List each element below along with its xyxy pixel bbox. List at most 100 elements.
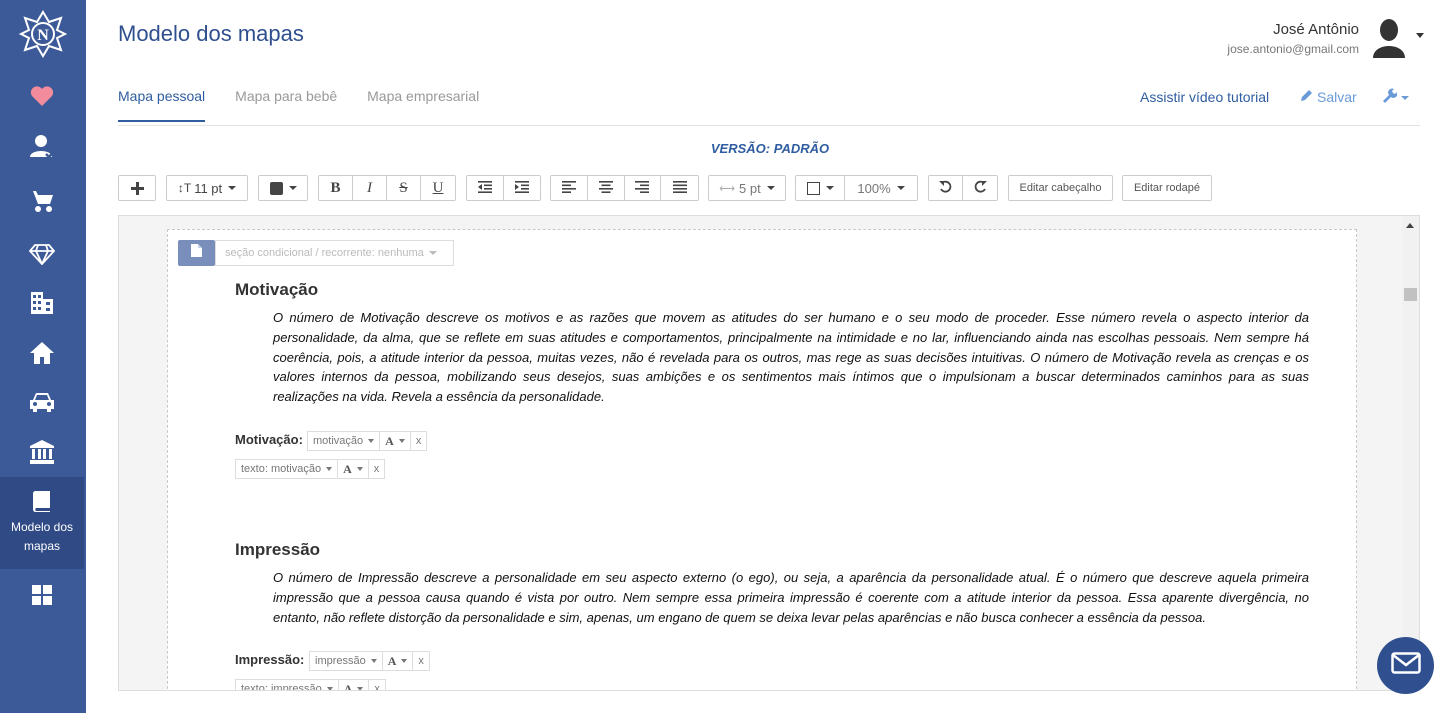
section-title: Impressão — [235, 540, 321, 559]
sidebar-item-heart[interactable] — [0, 71, 84, 121]
user-menu-caret-icon[interactable] — [1416, 33, 1424, 38]
section-button[interactable] — [178, 240, 215, 266]
tutorial-link[interactable]: Assistir vídeo tutorial — [1140, 89, 1269, 105]
field-label: Motivação: — [235, 432, 303, 447]
chevron-down-icon — [825, 186, 834, 190]
variable-chip: texto: impressão A x — [235, 679, 386, 691]
sidebar-item-home[interactable] — [0, 328, 84, 378]
sidebar-item-models[interactable]: Modelo dos mapas — [0, 477, 84, 569]
add-button[interactable] — [119, 176, 155, 200]
sidebar-item-baby[interactable] — [0, 175, 84, 225]
remove-variable-button[interactable]: x — [411, 432, 427, 450]
edit-header-button[interactable]: Editar cabeçalho — [1008, 175, 1113, 201]
zoom-select[interactable]: 100% — [845, 176, 917, 200]
edit-footer-button[interactable]: Editar rodapé — [1122, 175, 1212, 201]
indent-group — [466, 175, 541, 201]
save-label: Salvar — [1317, 89, 1357, 105]
chevron-down-icon — [288, 186, 297, 190]
stroller-icon — [29, 187, 55, 213]
strikethrough-button[interactable]: S — [387, 176, 421, 200]
tabs-divider — [118, 125, 1420, 126]
text-color-select[interactable] — [259, 176, 307, 200]
underline-button[interactable]: U — [421, 176, 455, 200]
sidebar-item-dashboard[interactable] — [0, 570, 84, 620]
document-editor[interactable]: seção condicional / recorrente: nenhuma … — [118, 215, 1420, 691]
align-left-button[interactable] — [551, 176, 588, 200]
version-label: VERSÃO: PADRÃO — [710, 141, 830, 156]
align-right-button[interactable] — [625, 176, 662, 200]
wrench-icon — [1382, 88, 1398, 108]
logo-icon[interactable]: N — [18, 10, 68, 58]
spacing-group: ⟷ 5 pt — [708, 175, 786, 201]
remove-variable-button[interactable]: x — [413, 652, 429, 670]
sidebar-item-diamond[interactable] — [0, 229, 84, 279]
save-button[interactable]: Salvar — [1300, 89, 1357, 105]
chevron-down-icon — [398, 439, 405, 443]
chevron-down-icon — [357, 687, 364, 690]
car-icon — [28, 391, 56, 413]
add-group — [118, 175, 156, 201]
align-center-icon — [598, 180, 613, 196]
font-style-select[interactable]: A — [338, 460, 369, 478]
variable-chip: texto: motivação A x — [235, 459, 386, 479]
pencil-icon — [1300, 89, 1313, 105]
align-justify-icon — [672, 180, 687, 196]
sidebar-item-car[interactable] — [0, 377, 84, 427]
font-icon: A — [343, 681, 353, 691]
border-select[interactable] — [796, 176, 845, 200]
file-icon — [191, 244, 202, 262]
variable-select[interactable]: texto: motivação — [236, 460, 339, 478]
editor-scrollbar[interactable] — [1402, 216, 1419, 690]
variable-select[interactable]: texto: impressão — [236, 680, 339, 690]
bold-button[interactable]: B — [319, 176, 353, 200]
avatar[interactable] — [1372, 18, 1406, 58]
section-condition-select[interactable]: seção condicional / recorrente: nenhuma — [215, 240, 454, 266]
font-size-select[interactable]: ↕T 11 pt — [167, 176, 247, 200]
bank-icon — [29, 439, 55, 465]
document-page[interactable]: seção condicional / recorrente: nenhuma … — [167, 229, 1357, 691]
font-style-select[interactable]: A — [380, 432, 411, 450]
font-style-select[interactable]: A — [339, 680, 370, 691]
section-text[interactable]: O número de Impressão descreve a persona… — [273, 568, 1309, 627]
remove-variable-button[interactable]: x — [369, 460, 385, 478]
field-label: Impressão: — [235, 652, 305, 667]
settings-menu[interactable] — [1382, 88, 1409, 108]
spacing-value: 5 pt — [739, 180, 761, 196]
chevron-down-icon — [401, 659, 408, 663]
sidebar-item-bank[interactable] — [0, 427, 84, 477]
font-style-select[interactable]: A — [383, 652, 414, 670]
sidebar-item-company[interactable] — [0, 278, 84, 328]
scroll-thumb[interactable] — [1404, 288, 1417, 301]
envelope-icon — [1390, 652, 1421, 679]
heart-icon — [30, 85, 54, 107]
redo-button[interactable] — [963, 176, 997, 200]
book-icon — [32, 490, 52, 512]
align-center-button[interactable] — [588, 176, 625, 200]
align-left-icon — [561, 180, 576, 196]
text-height-icon: ↕T — [177, 181, 192, 195]
undo-button[interactable] — [929, 176, 963, 200]
tab-mapa-bebe[interactable]: Mapa para bebê — [235, 88, 337, 122]
tab-mapa-empresarial[interactable]: Mapa empresarial — [367, 88, 479, 122]
variable-select[interactable]: impressão — [310, 652, 383, 670]
history-group — [928, 175, 998, 201]
section-text[interactable]: O número de Motivação descreve os motivo… — [273, 308, 1309, 407]
align-justify-button[interactable] — [661, 176, 698, 200]
indent-button[interactable] — [504, 176, 541, 200]
font-icon: A — [343, 461, 352, 476]
spacing-select[interactable]: ⟷ 5 pt — [709, 176, 785, 200]
outdent-icon — [477, 180, 492, 196]
remove-variable-button[interactable]: x — [369, 680, 385, 690]
building-icon — [30, 291, 54, 315]
align-group — [550, 175, 699, 201]
scroll-up-icon[interactable] — [1406, 223, 1414, 228]
chevron-down-icon — [228, 186, 237, 190]
tab-mapa-pessoal[interactable]: Mapa pessoal — [118, 88, 206, 122]
square-icon — [806, 181, 820, 195]
font-icon: A — [387, 653, 397, 668]
variable-select[interactable]: motivação — [308, 432, 381, 450]
contact-button[interactable] — [1377, 637, 1434, 694]
italic-button[interactable]: I — [353, 176, 387, 200]
indent-icon — [514, 180, 529, 196]
outdent-button[interactable] — [467, 176, 504, 200]
